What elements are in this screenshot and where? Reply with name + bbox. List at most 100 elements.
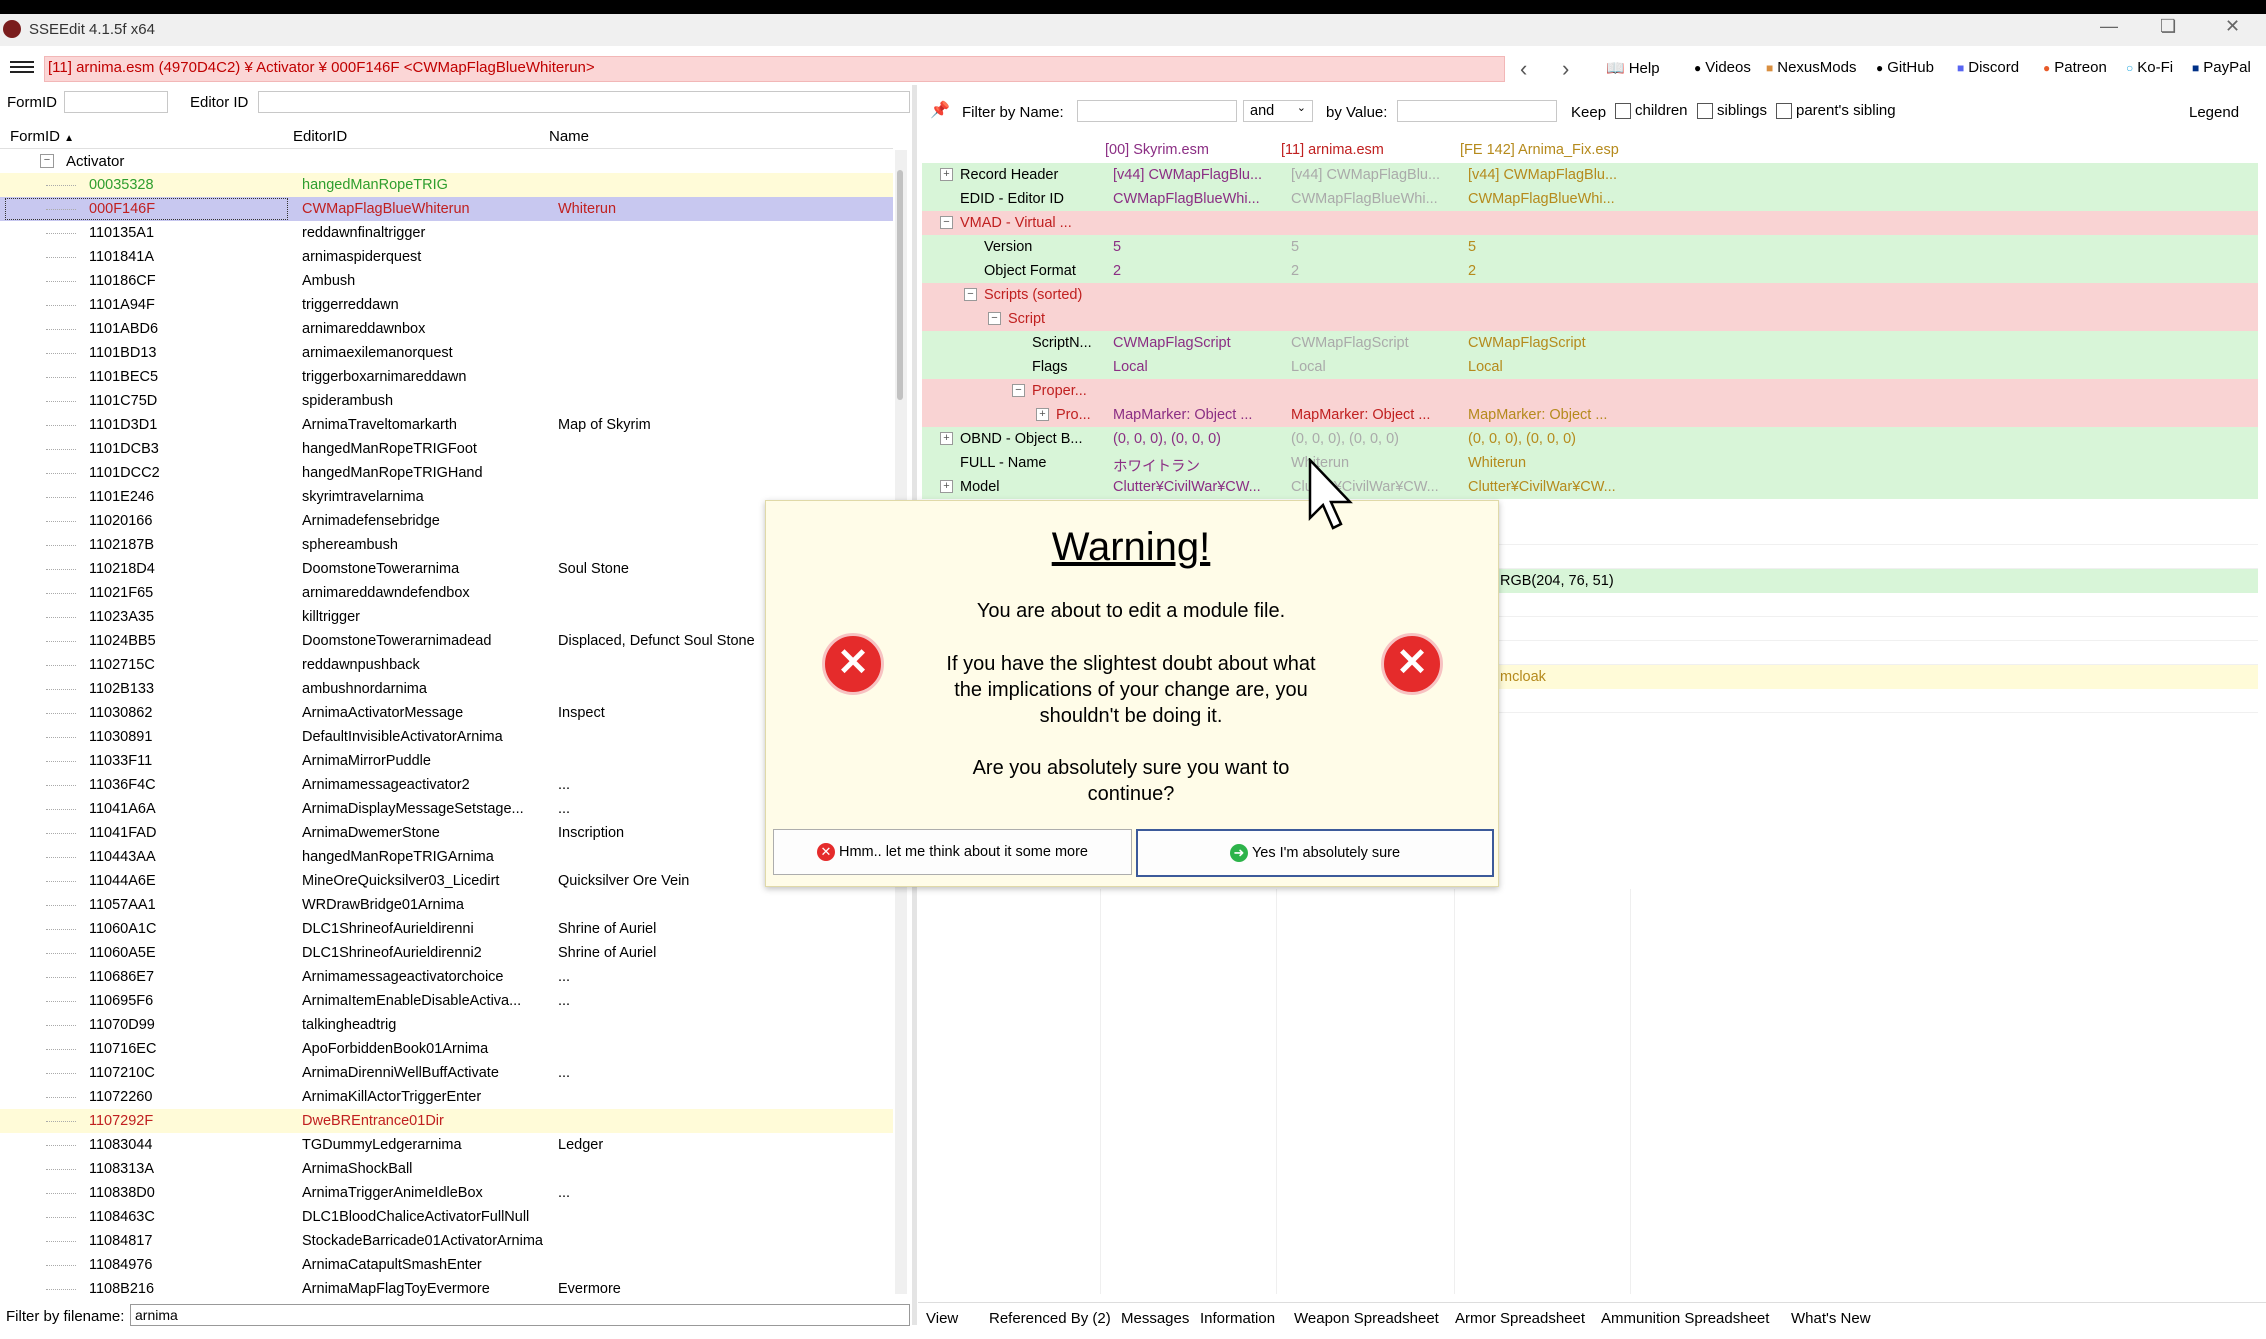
table-row[interactable]: 11084817 StockadeBarricade01ActivatorArni… — [0, 1229, 893, 1253]
table-row[interactable]: 11060A5E DLC1ShrineofAurieldirenni2 Shrine… — [0, 941, 893, 965]
table-row[interactable]: 1101BD13 arnimaexilemanorquest — [0, 341, 893, 365]
table-row[interactable]: 11033F11 ArnimaMirrorPuddle — [0, 749, 893, 773]
record-element-row[interactable]: − Script — [922, 307, 2258, 331]
tree-expander-icon[interactable]: − — [40, 154, 54, 168]
tab-ammunition-spreadsheet[interactable]: Ammunition Spreadsheet — [1601, 1310, 1769, 1327]
expand-icon[interactable]: + — [1036, 408, 1049, 421]
parents-sibling-checkbox[interactable]: parent's sibling — [1776, 102, 1896, 120]
record-element-row[interactable]: + Model Clutter¥CivilWar¥CW... Clutter¥Civi… — [922, 475, 2258, 499]
record-element-row[interactable]: − Proper... — [922, 379, 2258, 403]
tab-armor-spreadsheet[interactable]: Armor Spreadsheet — [1455, 1310, 1585, 1327]
cancel-button[interactable]: ✕ Hmm.. let me think about it some more — [773, 829, 1132, 875]
table-row[interactable]: 1102187B sphereambush — [0, 533, 893, 557]
tab-view[interactable]: View — [926, 1310, 958, 1327]
legend-button[interactable]: Legend — [2189, 104, 2239, 121]
tab-referenced-by[interactable]: Referenced By (2) — [989, 1310, 1111, 1327]
group-activator[interactable]: Activator — [66, 153, 124, 170]
children-checkbox-box[interactable] — [1615, 103, 1631, 120]
help-link[interactable]: 📖 Help — [1606, 59, 1660, 77]
discord-link[interactable]: ■ Discord — [1957, 59, 2019, 76]
formid-input[interactable] — [64, 91, 168, 113]
table-row[interactable]: 11070D99 talkingheadtrig — [0, 1013, 893, 1037]
github-link[interactable]: ● GitHub — [1876, 59, 1934, 76]
expand-icon[interactable]: + — [940, 480, 953, 493]
and-select[interactable]: and ⌄ — [1243, 100, 1313, 122]
table-row[interactable]: 1101A94F triggerreddawn — [0, 293, 893, 317]
table-row[interactable]: 11072260 ArnimaKillActorTriggerEnter — [0, 1085, 893, 1109]
table-row[interactable]: 110218D4 DoomstoneTowerarnima Soul Stone — [0, 557, 893, 581]
table-row[interactable]: 110686E7 Arnimamessageactivatorchoice... — [0, 965, 893, 989]
filter-by-filename-input[interactable] — [130, 1304, 910, 1326]
record-element-row[interactable]: Object Format 2 2 2 — [922, 259, 2258, 283]
table-row[interactable]: 11083044 TGDummyLedgerarnima Ledger — [0, 1133, 893, 1157]
table-row[interactable]: 1101DCB3 hangedManRopeTRIGFoot — [0, 437, 893, 461]
children-checkbox[interactable]: children — [1615, 102, 1688, 120]
table-row[interactable]: 1101841A arnimaspiderquest — [0, 245, 893, 269]
collapse-icon[interactable]: − — [1012, 384, 1025, 397]
expand-icon[interactable]: + — [940, 168, 953, 181]
record-element-row[interactable]: + OBND - Object B... (0, 0, 0), (0, 0, 0) (… — [922, 427, 2258, 451]
table-row[interactable]: 11023A35 killtrigger — [0, 605, 893, 629]
hamburger-menu-icon[interactable] — [10, 58, 34, 78]
siblings-checkbox-box[interactable] — [1697, 103, 1713, 120]
filter-by-name-input[interactable] — [1077, 100, 1237, 122]
paypal-link[interactable]: ■ PayPal — [2192, 59, 2251, 76]
forward-arrow-icon[interactable]: › — [1562, 56, 1569, 82]
close-icon[interactable]: ✕ — [2225, 16, 2240, 37]
table-row[interactable]: 1107292F DweBREntrance01Dir — [0, 1109, 893, 1133]
collapse-icon[interactable]: − — [940, 216, 953, 229]
table-row[interactable]: 11030862 ArnimaActivatorMessage Inspect — [0, 701, 893, 725]
table-row[interactable]: 110443AA hangedManRopeTRIGArnima — [0, 845, 893, 869]
kofi-link[interactable]: ○ Ko-Fi — [2126, 59, 2173, 76]
confirm-button[interactable]: ➜ Yes I'm absolutely sure — [1136, 829, 1494, 877]
collapse-icon[interactable]: − — [988, 312, 1001, 325]
left-scrollbar-thumb[interactable] — [897, 170, 903, 400]
table-row[interactable]: 1101C75D spiderambush — [0, 389, 893, 413]
table-row[interactable]: 11024BB5 DoomstoneTowerarnimadead Displace… — [0, 629, 893, 653]
tab-weapon-spreadsheet[interactable]: Weapon Spreadsheet — [1294, 1310, 1439, 1327]
record-element-row[interactable]: FULL - Name ホワイトラン Whiterun Whiterun — [922, 451, 2258, 475]
record-element-row[interactable]: − VMAD - Virtual ... — [922, 211, 2258, 235]
record-element-row[interactable]: + Pro... MapMarker: Object ... MapMarker: O… — [922, 403, 2258, 427]
parents-sibling-checkbox-box[interactable] — [1776, 103, 1792, 120]
siblings-checkbox[interactable]: siblings — [1697, 102, 1767, 120]
record-element-row[interactable]: ScriptN... CWMapFlagScript CWMapFlagScript… — [922, 331, 2258, 355]
record-element-row[interactable]: EDID - Editor ID CWMapFlagBlueWhi... CWMap… — [922, 187, 2258, 211]
table-row[interactable]: 1102715C reddawnpushback — [0, 653, 893, 677]
table-row[interactable]: 11044A6E MineOreQuicksilver03_Licedirt Qui… — [0, 869, 893, 893]
minimize-icon[interactable]: — — [2100, 16, 2118, 37]
table-row[interactable]: 1101ABD6 arnimareddawnbox — [0, 317, 893, 341]
table-row[interactable]: 1107210C ArnimaDirenniWellBuffActivate... — [0, 1061, 893, 1085]
table-row[interactable]: 11030891 DefaultInvisibleActivatorArnima — [0, 725, 893, 749]
filter-by-value-input[interactable] — [1397, 100, 1557, 122]
table-row[interactable]: 110135A1 reddawnfinaltrigger — [0, 221, 893, 245]
table-row[interactable]: 11036F4C Arnimamessageactivator2... — [0, 773, 893, 797]
pin-icon[interactable]: 📌 — [930, 100, 950, 120]
table-row[interactable]: 11041FAD ArnimaDwemerStone Inscription — [0, 821, 893, 845]
table-row[interactable]: 110695F6 ArnimaItemEnableDisableActiva...… — [0, 989, 893, 1013]
table-row[interactable]: 11041A6A ArnimaDisplayMessageSetstage....… — [0, 797, 893, 821]
nexusmods-link[interactable]: ■ NexusMods — [1766, 59, 1856, 76]
record-element-row[interactable]: − Scripts (sorted) — [922, 283, 2258, 307]
table-row[interactable]: 11057AA1 WRDrawBridge01Arnima — [0, 893, 893, 917]
record-element-row[interactable]: + Record Header [v44] CWMapFlagBlu... [v44]… — [922, 163, 2258, 187]
videos-link[interactable]: ● Videos — [1694, 59, 1751, 76]
table-row[interactable]: 1101D3D1 ArnimaTraveltomarkarth Map of Sky… — [0, 413, 893, 437]
table-row[interactable]: 00035328 hangedManRopeTRIG — [0, 173, 893, 197]
record-element-row[interactable]: Flags Local Local Local — [922, 355, 2258, 379]
editorid-input[interactable] — [258, 91, 910, 113]
table-row[interactable]: 1101E246 skyrimtravelarnima — [0, 485, 893, 509]
record-element-row[interactable]: Version 5 5 5 — [922, 235, 2258, 259]
column-header-formid[interactable]: FormID ▲ — [10, 128, 74, 145]
table-row[interactable]: 110716EC ApoForbiddenBook01Arnima — [0, 1037, 893, 1061]
table-row[interactable]: 1108463C DLC1BloodChaliceActivatorFullNul… — [0, 1205, 893, 1229]
tab-messages[interactable]: Messages — [1121, 1310, 1189, 1327]
tab-information[interactable]: Information — [1200, 1310, 1275, 1327]
back-arrow-icon[interactable]: ‹ — [1520, 56, 1527, 82]
table-row[interactable]: 110838D0 ArnimaTriggerAnimeIdleBox... — [0, 1181, 893, 1205]
table-row[interactable]: 000F146F CWMapFlagBlueWhiterun Whiterun — [0, 197, 893, 221]
table-row[interactable]: 1108313A ArnimaShockBall — [0, 1157, 893, 1181]
table-row[interactable]: 11084976 ArnimaCatapultSmashEnter — [0, 1253, 893, 1277]
table-row[interactable]: 1101BEC5 triggerboxarnimareddawn — [0, 365, 893, 389]
maximize-icon[interactable]: ❏ — [2160, 16, 2176, 37]
